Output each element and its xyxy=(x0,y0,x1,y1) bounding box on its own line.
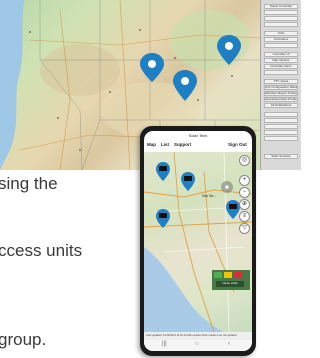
side-menu-item[interactable]: Map Options xyxy=(264,58,298,63)
side-menu-item[interactable] xyxy=(264,112,298,117)
map-marker[interactable] xyxy=(156,162,170,181)
home-icon[interactable]: ○ xyxy=(195,341,199,347)
side-menu-item[interactable]: Units xyxy=(264,31,298,36)
side-menu-item[interactable]: Operational Alert Problems xyxy=(264,97,298,102)
phone-screen: Solar Tech Map List Support Sign Out San… xyxy=(144,131,252,351)
side-menu-item[interactable]: Controller UI xyxy=(264,52,298,57)
map-marker[interactable] xyxy=(156,209,170,228)
back-icon[interactable]: ‹ xyxy=(228,341,230,347)
map-marker[interactable] xyxy=(140,53,164,82)
nav-support[interactable]: Support xyxy=(174,142,191,147)
side-menu-item[interactable] xyxy=(264,22,298,27)
body-text-line: ccess units xyxy=(0,241,83,260)
status-bar: Last Updated: 12/14/2021 11:54:13 AM Loc… xyxy=(144,332,252,340)
phone-mockup: Solar Tech Map List Support Sign Out San… xyxy=(140,126,256,356)
side-menu-item[interactable] xyxy=(264,130,298,135)
side-menu-item[interactable] xyxy=(264,70,298,75)
side-menu-item[interactable] xyxy=(264,10,298,15)
mobile-map-terrain xyxy=(144,152,252,332)
side-menu-item[interactable] xyxy=(264,118,298,123)
side-menu-item[interactable]: Select Controller xyxy=(264,4,298,9)
recent-apps-icon[interactable]: ||| xyxy=(162,341,167,347)
zoom-out-button[interactable]: − xyxy=(239,187,250,198)
layers-icon[interactable]: ≡ xyxy=(239,211,250,222)
legend-button-label[interactable]: Close Units xyxy=(217,281,243,285)
nav-map[interactable]: Map xyxy=(147,142,156,147)
side-menu-item[interactable]: Unit Configuration Manager xyxy=(264,85,298,90)
map-marker[interactable] xyxy=(226,200,240,219)
map-marker[interactable] xyxy=(181,172,195,191)
location-icon[interactable]: ◎ xyxy=(239,155,250,166)
side-menu-item[interactable] xyxy=(264,16,298,21)
side-menu-item[interactable] xyxy=(264,43,298,48)
side-menu-item[interactable] xyxy=(264,136,298,141)
zoom-in-button[interactable]: + xyxy=(239,175,250,186)
side-menu-item[interactable]: Workflow Report Problems xyxy=(264,91,298,96)
side-menu-item[interactable] xyxy=(264,124,298,129)
side-menu-item[interactable]: Controllers xyxy=(264,37,298,42)
nav-sign-out[interactable]: Sign Out xyxy=(228,142,247,147)
side-menu-item[interactable]: Solar Services xyxy=(264,154,298,159)
body-text-line: sing the xyxy=(0,174,58,193)
side-menu-item[interactable]: All Notifications xyxy=(264,103,298,108)
side-menu-item[interactable]: TTC Views xyxy=(264,79,298,84)
unit-legend[interactable] xyxy=(212,270,250,290)
city-label: San Be... xyxy=(202,194,217,198)
compass-icon[interactable]: ⊕ xyxy=(239,199,250,210)
app-title: Solar Tech xyxy=(188,133,208,138)
body-text-line: group. xyxy=(0,330,47,349)
desktop-side-menu: Select Controller Units Controllers Cont… xyxy=(260,0,301,170)
filter-icon[interactable]: ▽ xyxy=(239,223,250,234)
android-nav-bar: ||| ○ ‹ xyxy=(144,340,252,351)
mobile-map[interactable]: San Be... Close Units xyxy=(144,152,252,332)
side-menu-item[interactable]: Controller Alerts xyxy=(264,64,298,69)
nav-list[interactable]: List xyxy=(161,142,169,147)
